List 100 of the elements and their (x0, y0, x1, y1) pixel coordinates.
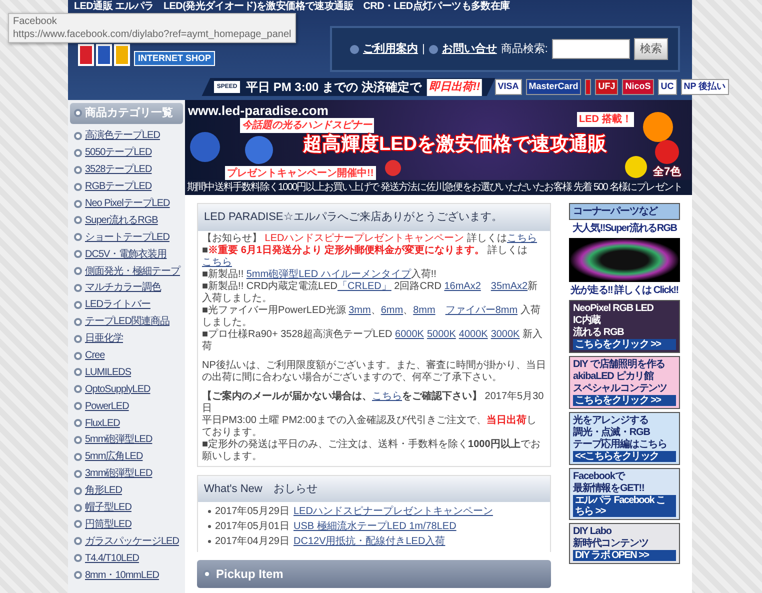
category-link[interactable]: T4.4/T10LED (85, 550, 139, 566)
bullet-icon (74, 486, 82, 495)
same-day-label: 即日出荷!! (427, 78, 483, 96)
bullet-icon (74, 284, 82, 292)
notice-link[interactable]: こちら (372, 390, 402, 402)
promo-banner[interactable]: DIY Labo 新時代コンテンツ DIY ラボ OPEN >> (569, 523, 680, 564)
category-link[interactable]: Cree (85, 348, 105, 364)
notice-link[interactable]: 4000K (458, 328, 488, 340)
site-url: www.led-paradise.com (188, 102, 328, 120)
bullet-icon (74, 385, 82, 394)
category-link[interactable]: ガラスパッケージLED (85, 534, 179, 549)
category-link[interactable]: RGBテープLED (85, 179, 152, 194)
category-link[interactable]: 5050テープLED (85, 145, 152, 160)
bullet-icon (74, 233, 82, 242)
category-link[interactable]: 側面発光・極細テープ (85, 264, 180, 279)
category-link[interactable]: LEDライトバー (85, 297, 150, 312)
category-link[interactable]: Neo PixelテープLED (85, 196, 170, 211)
campaign-label: プレゼントキャンペーン開催中!! (225, 166, 376, 181)
category-link[interactable]: Super流れるRGB (85, 212, 158, 228)
category-link[interactable]: FluxLED (85, 416, 120, 431)
payment-logo: VISA (494, 79, 522, 95)
nav-link[interactable]: ご利用案内 (363, 40, 418, 58)
category-link[interactable]: OptoSupplyLED (85, 382, 150, 397)
category-link[interactable]: LUMILEDS (85, 364, 132, 380)
bullet-icon (208, 510, 211, 513)
bullet-icon (208, 525, 211, 528)
promo-banner[interactable]: Facebookで 最新情報をGET!! エルパラ Facebook こちら >> (569, 468, 680, 520)
bullet-icon (208, 540, 211, 543)
news-link[interactable]: USB 極細流水テープLED 1m/78LED (294, 519, 456, 534)
category-link[interactable]: PowerLED (85, 398, 129, 414)
category-link[interactable]: 高演色テープLED (85, 128, 160, 144)
news-link[interactable]: DC12V用抵抗・配線付きLED入荷 (294, 534, 446, 549)
bullet-icon (74, 200, 82, 208)
notice-link[interactable]: 16mAx2 (444, 280, 481, 292)
tagline: LED通販 エルパラ LED(発光ダイオード)を激安価格で速攻通販 CRD・LED点灯パーツも多数在庫 (74, 1, 511, 12)
category-link[interactable]: DC5V・電飾衣装用 (85, 246, 167, 262)
help-icon (428, 44, 438, 54)
notice-link[interactable]: ファイバー8mm (445, 304, 518, 316)
news-date: 2017年04月29日 (215, 535, 290, 549)
category-link[interactable]: ショートテープLED (85, 230, 170, 245)
pickup-title: Pickup Item (216, 566, 284, 583)
notice-link[interactable]: 「CRLED」 (338, 280, 392, 292)
bullet-icon (74, 148, 82, 157)
notice-link[interactable]: 5mm砲弾型LED ハイルーメンタイプ (246, 268, 411, 280)
category-link[interactable]: 3528テープLED (85, 162, 152, 178)
notice-link[interactable]: 3mm (348, 304, 371, 316)
search-label: 商品検索: (500, 42, 548, 57)
nav-link[interactable]: お問い合せ (442, 40, 497, 58)
bullet-icon (74, 504, 82, 512)
banner-cta: <<こちらをクリック (573, 451, 676, 462)
tooltip-url: https://www.facebook.com/diylabo?ref=aymt_homepage_panel (13, 28, 292, 41)
bullet-icon (74, 520, 82, 528)
promo-banner[interactable]: DIY で店舗照明を作る akibaLED ピカリ館 スペシャルコンテンツ こちらをクリック >> (569, 356, 680, 409)
category-link[interactable]: 5mm砲弾型LED (85, 432, 152, 448)
payment-logo: UC (658, 79, 677, 95)
news-date: 2017年05月29日 (215, 505, 290, 519)
category-link[interactable]: 5mm広角LED (85, 449, 143, 464)
notice-link[interactable]: 6000K (395, 328, 424, 340)
notice-link[interactable]: こちら (202, 256, 232, 268)
search-field[interactable] (552, 39, 630, 59)
promo-banner[interactable]: コーナーパーツなど (569, 203, 680, 220)
notice-link[interactable]: 6mm (380, 304, 404, 316)
banner-cta: DIY ラボ OPEN >> (573, 550, 676, 561)
info-icon (350, 44, 359, 54)
notice-link[interactable]: 3000K (490, 328, 520, 340)
panel-title: LED PARADISE☆エルパラへご来店ありがとうございます。 (198, 204, 550, 230)
notice-link[interactable]: 5000K (426, 328, 456, 340)
logo-blocks-drawing (78, 44, 130, 66)
banner-text: DIY で店舗照明を作る (573, 359, 666, 370)
news-date: 2017年05月01日 (215, 520, 290, 534)
bullet-icon (74, 250, 82, 258)
news-link[interactable]: LEDハンドスピナープレゼントキャンペーン (294, 504, 493, 519)
notice-text: 【お知らせ】 LEDハンドスピナープレゼントキャンペーン 詳しくはこちら (202, 232, 538, 244)
notice-text: ■※重要 6月1日発送分より 定形外郵便料金が変更になります。 詳しくは こちら (202, 244, 529, 268)
banner-cta: こちらをクリック >> (573, 395, 676, 406)
category-link[interactable]: マルチカラー調色 (85, 280, 161, 296)
notice-link[interactable]: 8mm (413, 304, 436, 316)
category-link[interactable]: 3mm砲弾型LED (85, 466, 152, 482)
bullet-icon (74, 166, 82, 174)
panel-title: What's New おしらせ (198, 476, 550, 502)
search-button[interactable]: 検索 (634, 38, 668, 60)
category-link[interactable]: テープLED関連商品 (85, 314, 170, 330)
category-link[interactable]: 角形LED (85, 483, 122, 498)
category-link[interactable]: 円筒型LED (85, 516, 132, 532)
notice-text: 【ご案内のメールが届かない場合は、こちらをご確認下さい】 2017年5月30日 (202, 390, 545, 414)
bullet-icon (74, 352, 82, 360)
promo-banner[interactable]: 光をアレンジする 調光・点滅・RGB テープ応用編はこちら <<こちらをクリック (569, 412, 680, 465)
bullet-icon (74, 537, 82, 546)
notice-text: 平日PM3:00 土曜 PM2:00までの入金確認及び代引きご注文で、当日出荷しております。 (202, 414, 538, 438)
bullet-icon (74, 571, 82, 580)
bullet-icon (74, 300, 82, 309)
promo-banner[interactable]: NeoPixel RGB LED IC内蔵 流れる RGB こちらをクリック >> (569, 300, 680, 353)
category-link[interactable]: 8mm・10mmLED (85, 568, 159, 583)
category-link[interactable]: 帽子型LED (85, 500, 132, 516)
promo-caption: 大人気!!Super流れるRGB (571, 223, 678, 235)
notice-link[interactable]: 35mAx2 (490, 280, 528, 292)
category-link[interactable]: 日亜化学 (85, 331, 123, 346)
bullet-icon (74, 182, 82, 191)
banner-cta: エルパラ Facebook こちら >> (573, 495, 676, 517)
notice-link[interactable]: こちら (507, 232, 538, 244)
